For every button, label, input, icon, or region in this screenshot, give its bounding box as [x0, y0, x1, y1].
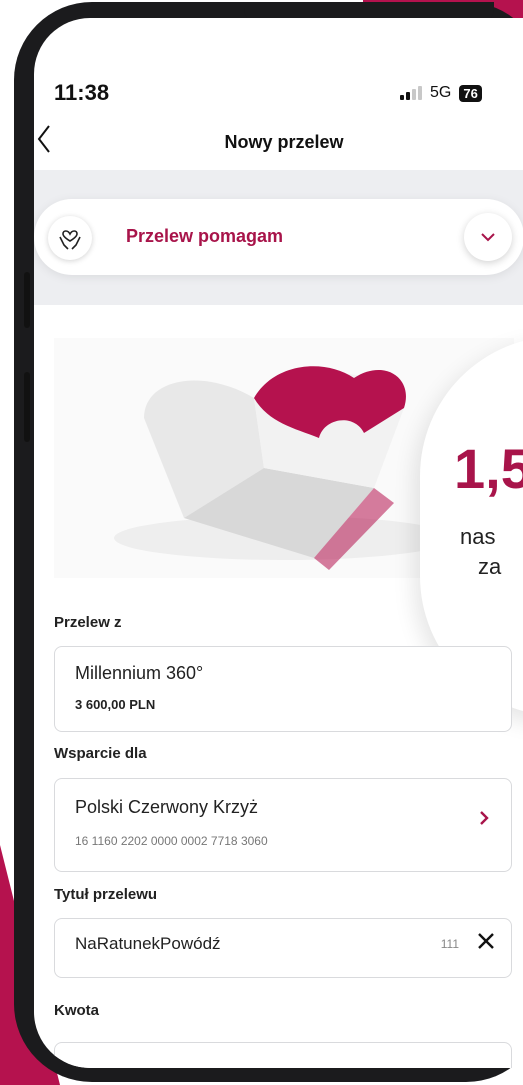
promo-line-2: za: [478, 554, 502, 579]
transfer-type-label: Przelew pomagam: [126, 226, 284, 246]
from-account-balance: 3 600,00 PLN: [75, 697, 156, 712]
transfer-type-selector[interactable]: Przelew pomagam: [34, 199, 523, 275]
clear-icon[interactable]: [477, 929, 495, 957]
nav-bar: Nowy przelew: [34, 114, 523, 170]
from-account-name: Millennium 360°: [75, 663, 204, 683]
heart-hands-icon: [48, 216, 92, 260]
app-screen: 11:38 5G 76 Nowy przelew Przelew pomagam: [34, 18, 523, 1068]
chevron-down-icon: [481, 232, 495, 241]
transfer-title-value: NaRatunekPowódź: [75, 934, 221, 953]
recipient-label: Wsparcie dla: [54, 745, 147, 762]
transfer-title-label: Tytuł przelewu: [54, 886, 158, 903]
chevron-right-icon: [479, 805, 489, 833]
battery-icon: 76: [459, 84, 482, 102]
transfer-type-dropdown-button[interactable]: [464, 213, 512, 261]
status-indicators: 5G 76: [400, 84, 482, 102]
phone-side-button: [24, 372, 30, 442]
recipient-name: Polski Czerwony Krzyż: [75, 797, 259, 817]
signal-icon: [400, 86, 422, 100]
from-account-label: Przelew z: [54, 614, 122, 631]
promo-amount: 1,5: [454, 437, 523, 500]
promo-line-1: nas: [460, 524, 496, 549]
recipient-card[interactable]: Polski Czerwony Krzyż 16 1160 2202 0000 …: [54, 778, 512, 872]
amount-input[interactable]: [54, 1042, 512, 1068]
transfer-title-input[interactable]: NaRatunekPowódź 111: [54, 918, 512, 978]
amount-label: Kwota: [54, 1002, 99, 1019]
phone-side-button: [24, 272, 30, 328]
network-type: 5G: [430, 84, 452, 101]
recipient-account-number: 16 1160 2202 0000 0002 7718 3060: [75, 834, 268, 848]
char-counter: 111: [440, 937, 459, 951]
status-time: 11:38: [54, 80, 110, 105]
page-title: Nowy przelew: [224, 132, 344, 152]
from-account-card[interactable]: Millennium 360° 3 600,00 PLN: [54, 646, 512, 732]
